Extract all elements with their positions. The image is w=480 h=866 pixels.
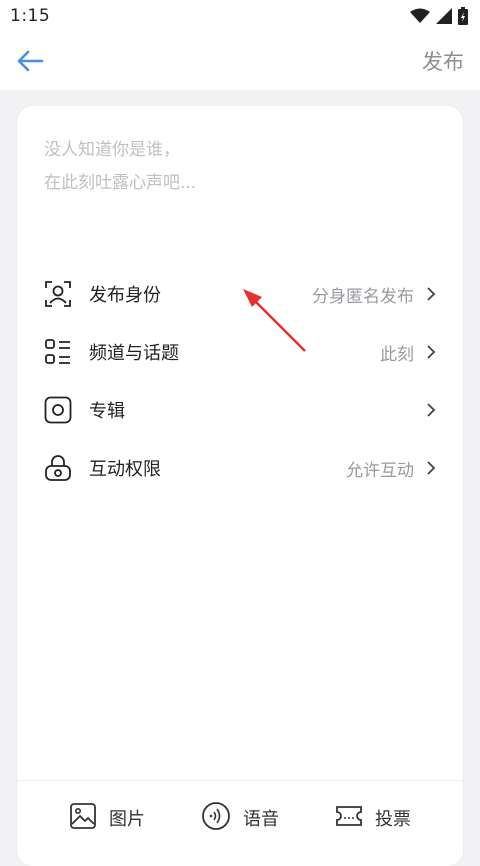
tool-label: 投票 [375,809,411,830]
voice-button[interactable]: 语音 [201,798,279,838]
option-row-identity[interactable]: 发布身份 分身匿名发布 [43,274,438,314]
compose-placeholder-line2: 在此刻吐露心声吧... [44,173,197,193]
option-row-channel[interactable]: 频道与话题 此刻 [43,332,438,372]
publish-button[interactable]: 发布 [422,46,464,76]
chevron-right-icon [426,461,438,475]
option-label: 专辑 [89,401,125,422]
chevron-right-icon [426,345,438,359]
compose-card: 没人知道你是谁， 在此刻吐露心声吧... 发布身份 分身匿名发布 频道与话题 此… [17,106,463,866]
battery-icon [458,7,468,25]
option-row-album[interactable]: 专辑 [43,390,438,430]
grid-list-icon [43,337,73,367]
signal-icon [436,8,452,24]
arrow-left-icon [17,50,44,72]
option-value: 此刻 [380,344,414,365]
chevron-right-icon [426,403,438,417]
vote-icon [335,802,363,834]
compose-placeholder-line1: 没人知道你是谁， [44,140,180,160]
app-bar: 发布 [0,32,480,90]
status-bar: 1:15 [0,0,480,32]
option-label: 互动权限 [89,459,161,480]
lock-icon [43,453,73,483]
tool-label: 图片 [109,809,145,830]
person-frame-icon [43,279,73,309]
image-icon [69,802,97,834]
option-row-permission[interactable]: 互动权限 允许互动 [43,448,438,488]
option-label: 频道与话题 [89,343,179,364]
status-icons [410,7,468,25]
option-value: 允许互动 [346,460,414,481]
image-button[interactable]: 图片 [69,798,145,838]
back-button[interactable] [16,50,44,72]
chevron-right-icon [426,287,438,301]
compose-input[interactable]: 没人知道你是谁， 在此刻吐露心声吧... [44,134,434,200]
tool-label: 语音 [243,809,279,830]
option-label: 发布身份 [89,285,161,306]
toolbar-divider [17,780,463,781]
option-value: 分身匿名发布 [312,286,414,307]
wifi-icon [410,8,430,23]
status-time: 1:15 [10,6,51,26]
album-icon [43,395,73,425]
vote-button[interactable]: 投票 [335,798,411,838]
voice-icon [201,801,231,835]
